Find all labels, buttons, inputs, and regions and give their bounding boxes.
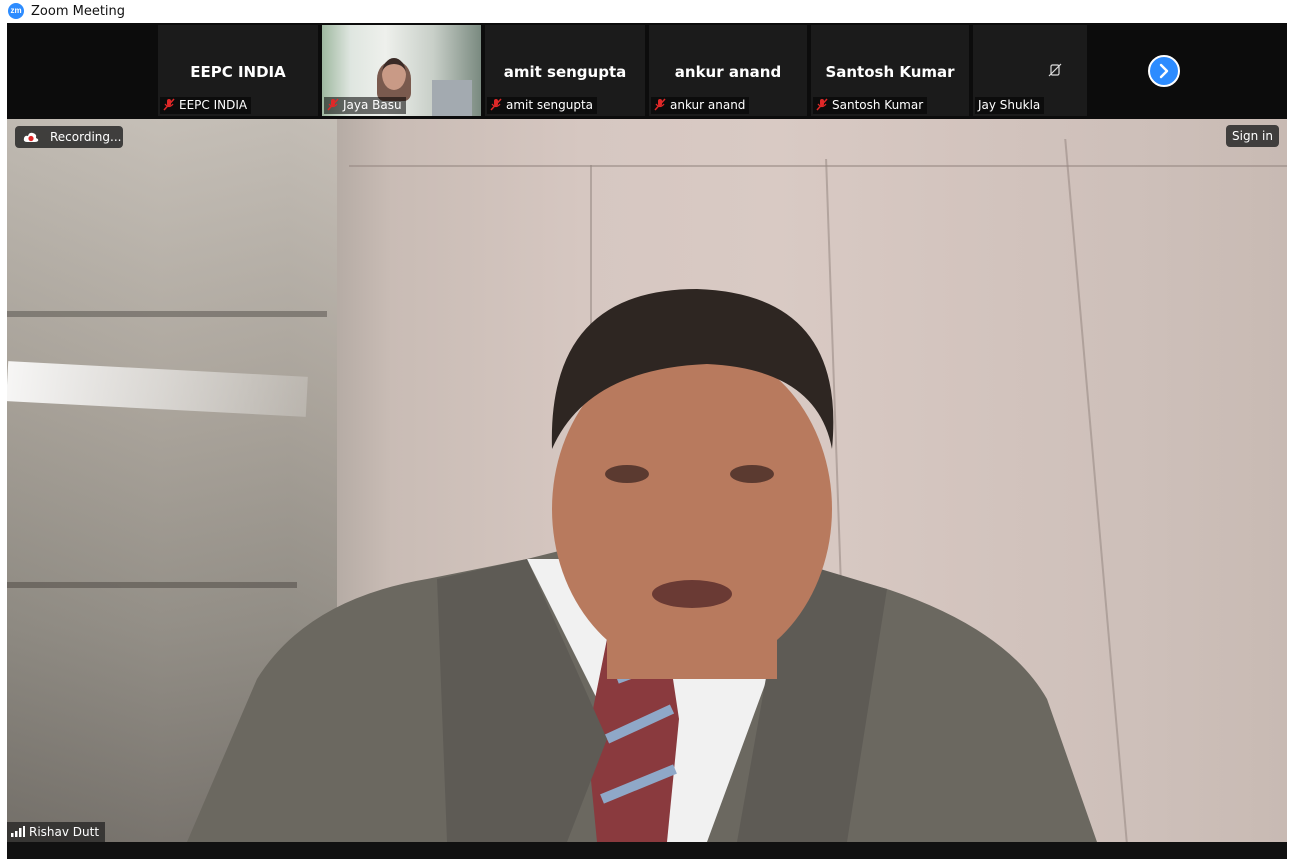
participant-label-text: Santosh Kumar: [832, 98, 924, 112]
participant-label: EEPC INDIA: [160, 97, 252, 114]
participant-strip: EEPC INDIA EEPC INDIA Jaya Basu amit sen…: [7, 23, 1287, 119]
active-speaker-name: Rishav Dutt: [29, 825, 100, 839]
window-title: Zoom Meeting: [31, 4, 126, 19]
participant-tile-jay-shukla[interactable]: Jay Shukla: [973, 25, 1087, 116]
participant-label: Santosh Kumar: [813, 97, 928, 114]
participant-label-text: Jay Shukla: [978, 98, 1041, 112]
bottom-bar: [7, 842, 1287, 859]
cloud-record-icon: [23, 132, 39, 142]
mic-off-icon: [163, 98, 175, 111]
participant-tile-jaya-basu[interactable]: Jaya Basu: [322, 25, 481, 116]
active-speaker-video[interactable]: Recording... Sign in Rishav Dutt: [7, 119, 1287, 842]
active-speaker-name-tag: Rishav Dutt: [7, 822, 106, 842]
recording-label: Recording...: [50, 130, 122, 144]
participant-label: ankur anand: [651, 97, 750, 114]
chevron-right-icon: [1159, 63, 1169, 79]
participant-display-name: Santosh Kumar: [825, 63, 955, 81]
participant-display-name: amit sengupta: [503, 63, 627, 81]
participant-label: Jay Shukla: [975, 97, 1045, 114]
participant-tile-amit-sengupta[interactable]: amit sengupta amit sengupta: [485, 25, 645, 116]
participant-tile-ankur-anand[interactable]: ankur anand ankur anand: [649, 25, 807, 116]
participant-label-text: Jaya Basu: [343, 98, 402, 112]
participant-label: amit sengupta: [487, 97, 598, 114]
mic-off-icon: [654, 98, 666, 111]
mic-off-icon: [816, 98, 828, 111]
zoom-app-icon: zm: [8, 3, 24, 19]
participant-label-text: ankur anand: [670, 98, 746, 112]
participant-label-text: amit sengupta: [506, 98, 594, 112]
recording-indicator[interactable]: Recording...: [15, 126, 123, 148]
participant-display-name: ankur anand: [674, 63, 782, 81]
title-bar: zm Zoom Meeting: [0, 0, 1298, 22]
participant-label: Jaya Basu: [324, 97, 406, 114]
participant-display-name: EEPC INDIA: [190, 63, 286, 81]
signal-bars-icon: [11, 826, 25, 837]
mic-off-icon: [490, 98, 502, 111]
zoom-window: EEPC INDIA EEPC INDIA Jaya Basu amit sen…: [7, 23, 1287, 859]
participant-tile-santosh-kumar[interactable]: Santosh Kumar Santosh Kumar: [811, 25, 969, 116]
speaker-figure: [187, 289, 1097, 842]
next-page-button[interactable]: [1148, 55, 1180, 87]
participant-tile-eepc-india[interactable]: EEPC INDIA EEPC INDIA: [158, 25, 318, 116]
participant-video-head: [382, 58, 406, 90]
video-off-icon: [1048, 63, 1062, 77]
thumb-background: [432, 80, 472, 116]
sign-in-button[interactable]: Sign in: [1226, 125, 1279, 147]
mic-off-icon: [327, 98, 339, 111]
participant-label-text: EEPC INDIA: [179, 98, 248, 112]
